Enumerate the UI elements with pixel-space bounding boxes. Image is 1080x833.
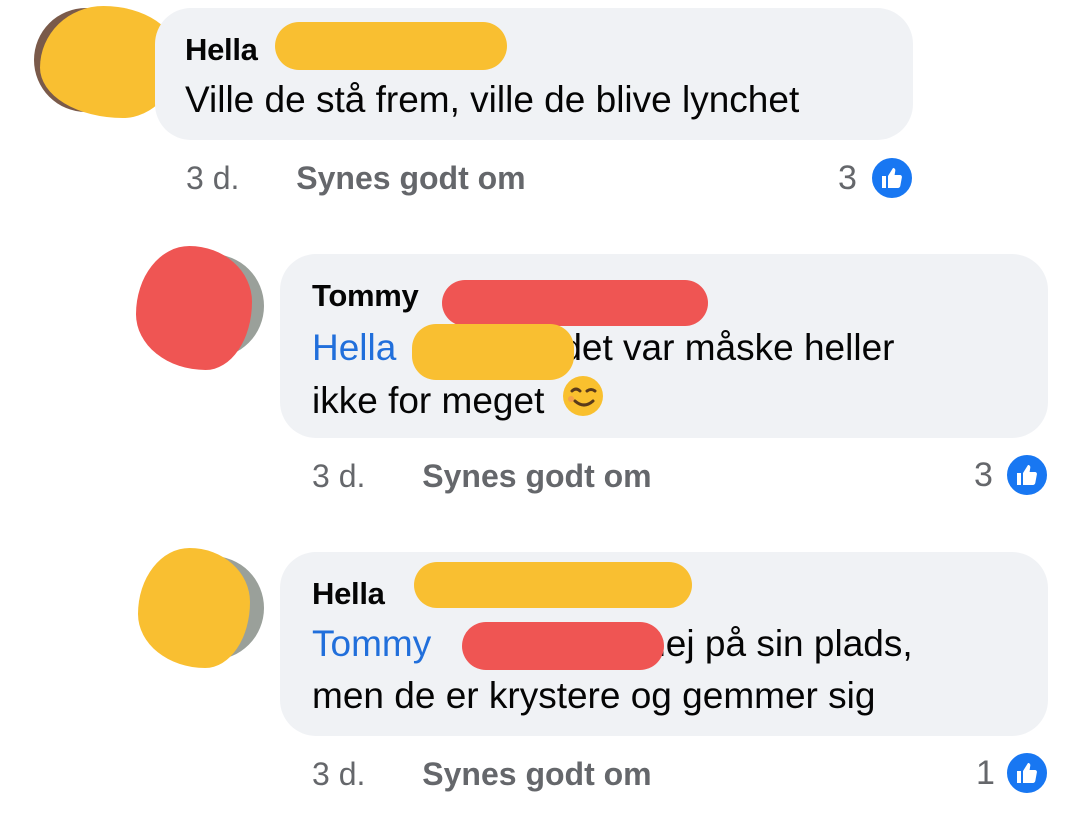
thumbs-up-icon (1004, 750, 1050, 796)
comment-text: nej på sin plads, (645, 623, 913, 664)
comment-text-line-2: men de er krystere og gemmer sig (312, 675, 876, 716)
mention-link[interactable]: Tommy (312, 623, 431, 664)
like-button[interactable]: Synes godt om (422, 756, 651, 792)
comment-author[interactable]: Hella (312, 576, 385, 612)
comment-time[interactable]: 3 d. (312, 756, 365, 792)
comment-meta: 3 d. Synes godt om (312, 756, 652, 793)
name-redaction (414, 562, 692, 608)
avatar[interactable] (138, 548, 264, 668)
comment-3: Hella Tommy nej på sin plads, men de er k… (0, 0, 1080, 833)
comment-bubble: Hella Tommy nej på sin plads, men de er k… (280, 552, 1048, 736)
mention-redaction (462, 622, 664, 670)
like-count[interactable]: 1 (976, 754, 995, 793)
avatar-redaction (138, 548, 250, 668)
